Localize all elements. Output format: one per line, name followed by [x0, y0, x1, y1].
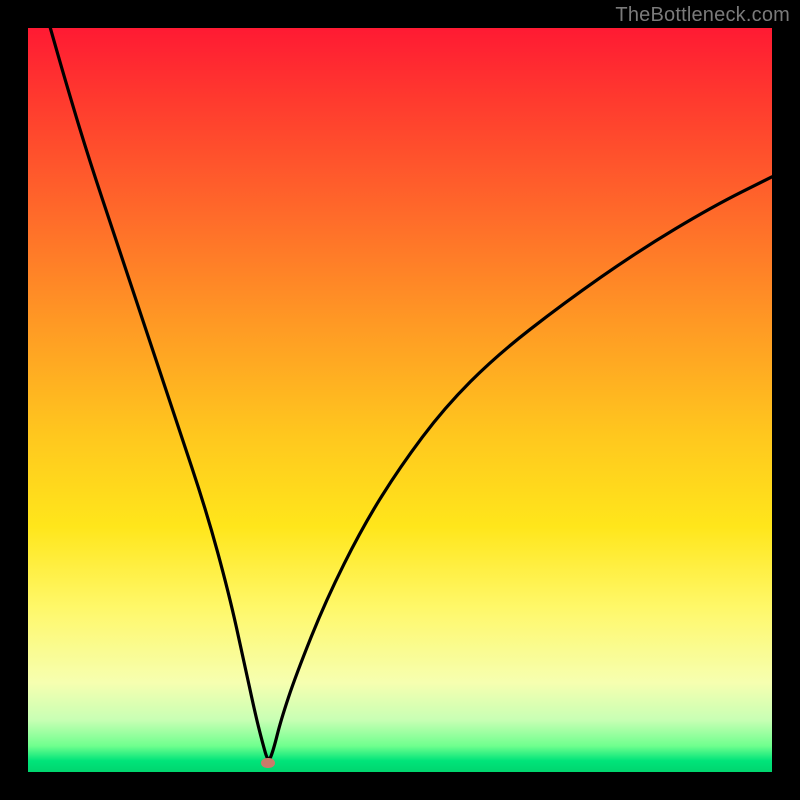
- bottleneck-curve: [50, 28, 772, 759]
- watermark-text: TheBottleneck.com: [615, 4, 790, 27]
- minimum-marker: [261, 758, 275, 768]
- curve-layer: [28, 28, 772, 772]
- chart-frame: TheBottleneck.com: [0, 0, 800, 800]
- plot-area: [28, 28, 772, 772]
